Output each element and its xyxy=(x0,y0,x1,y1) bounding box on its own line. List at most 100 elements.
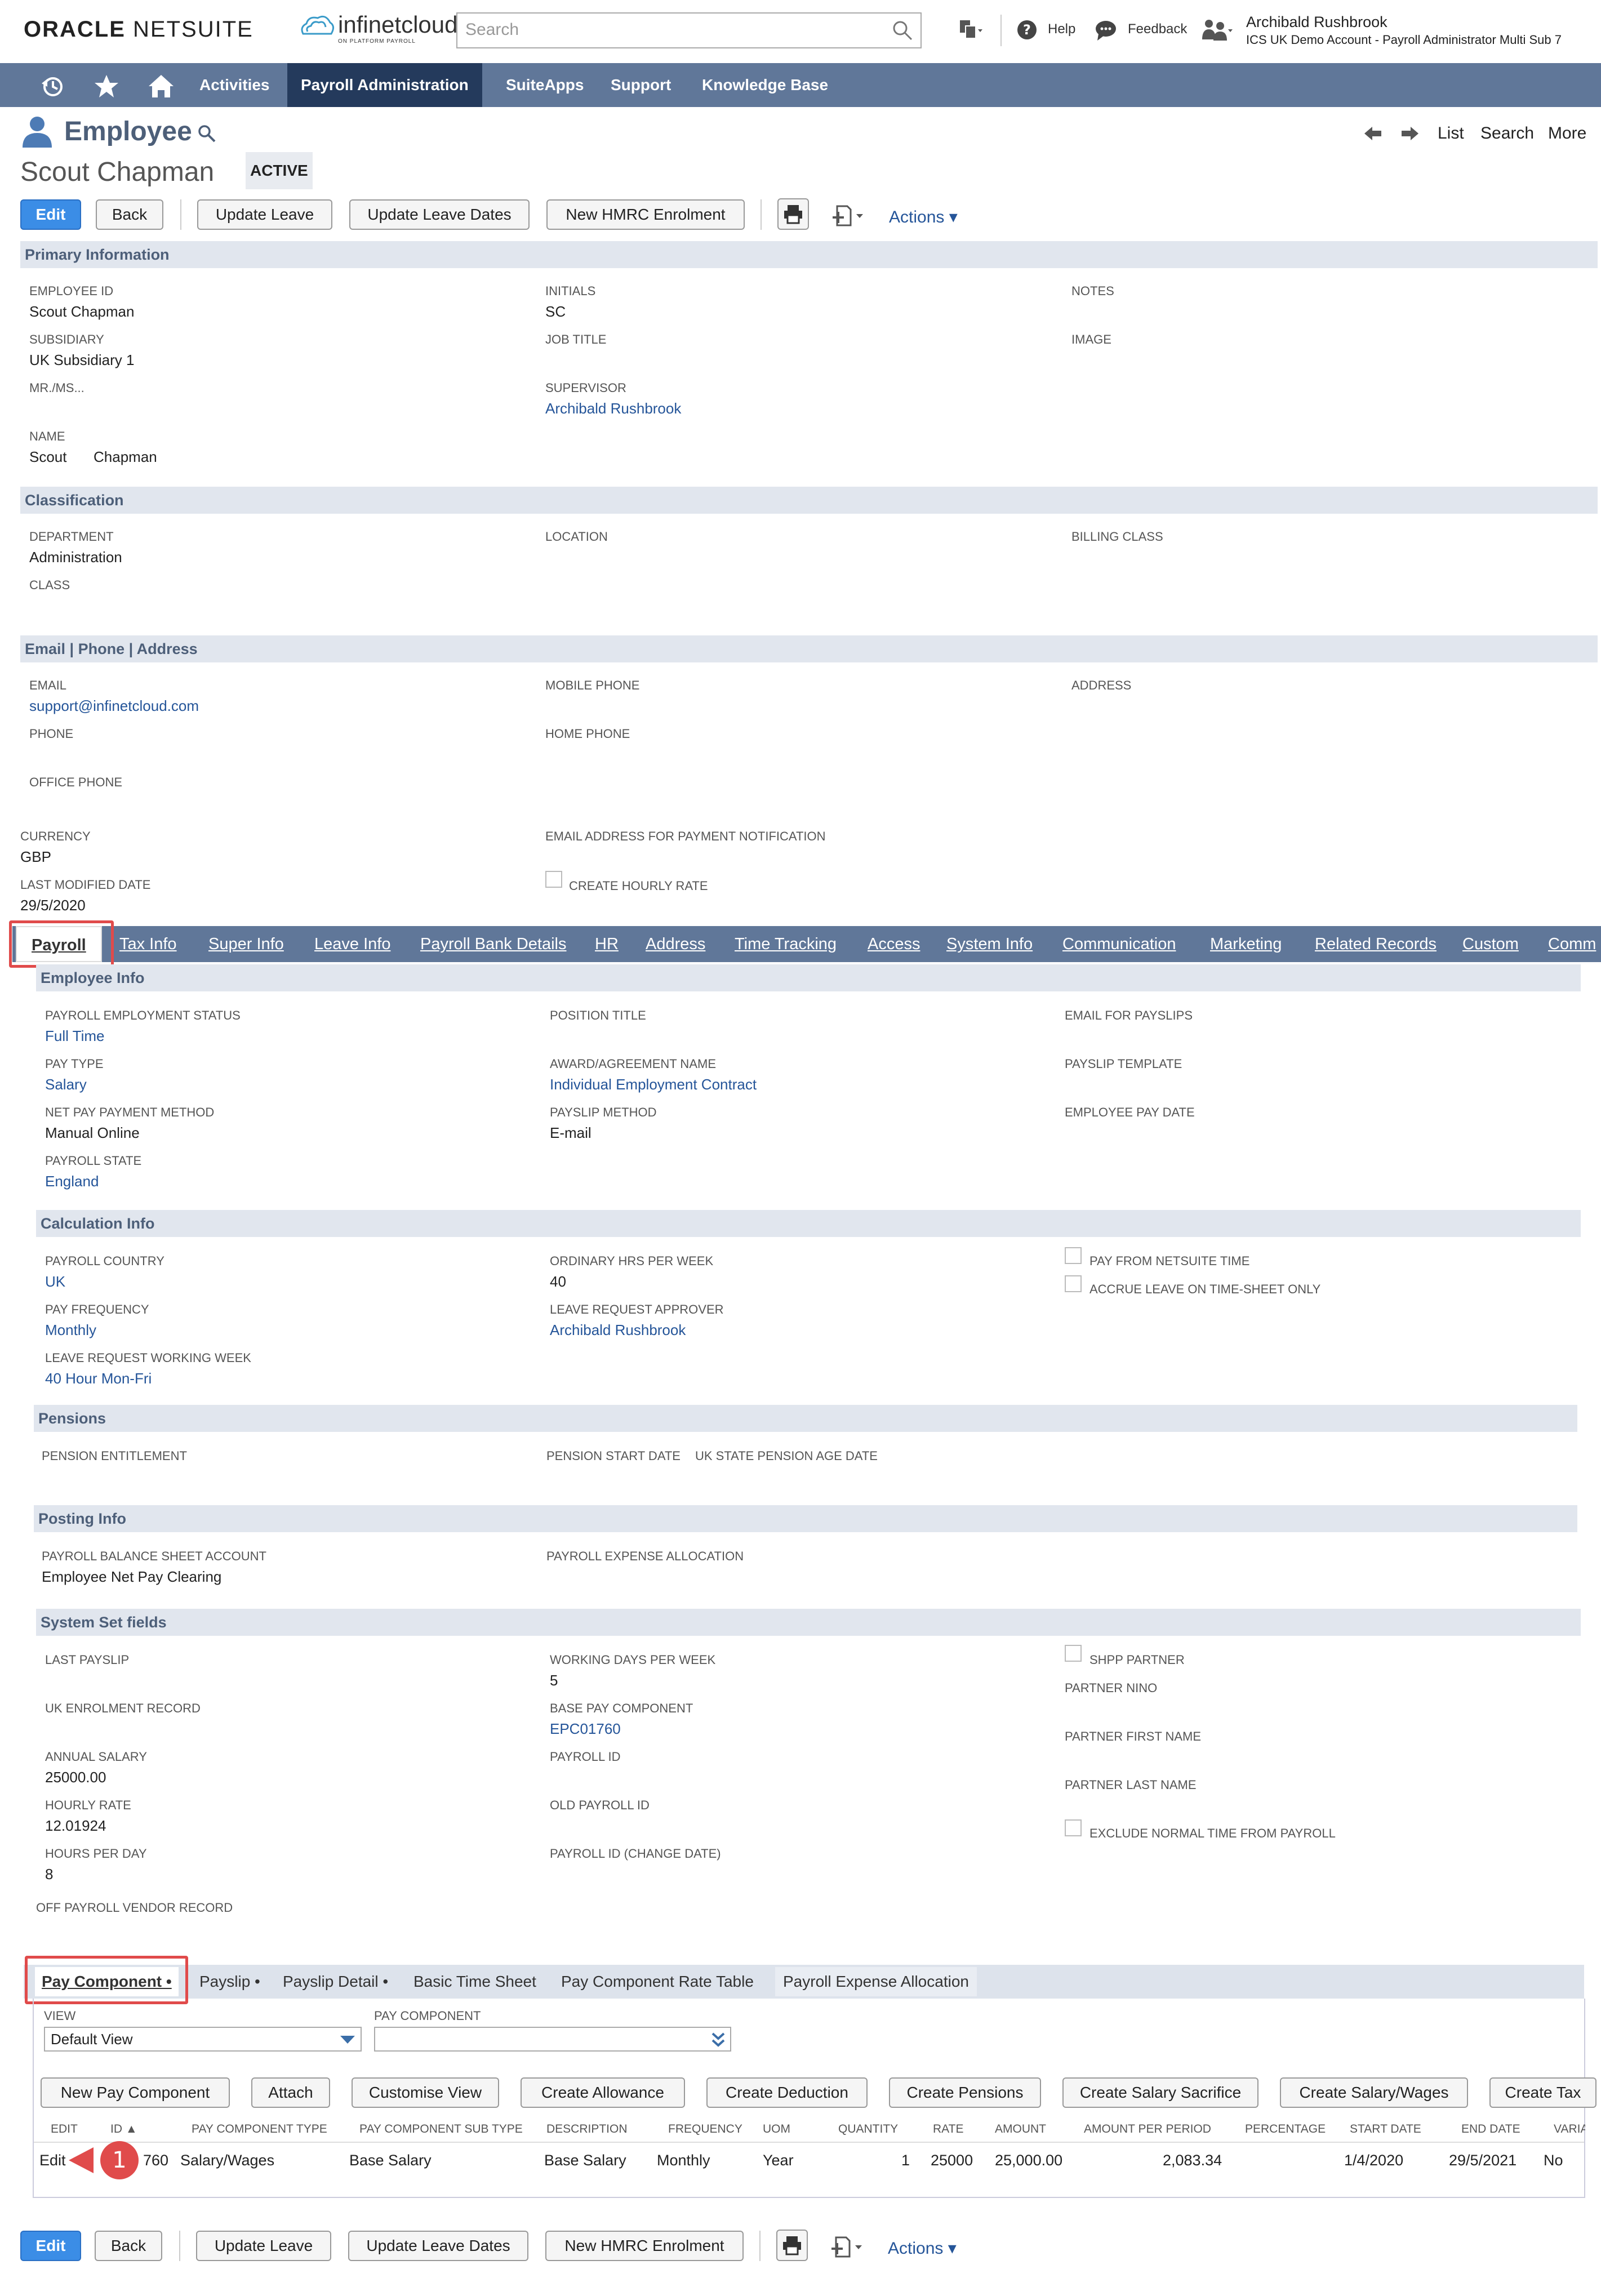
nav-activities[interactable]: Activities xyxy=(186,63,283,107)
subtab-payslip-detail[interactable]: Payslip Detail • xyxy=(283,1967,388,1996)
create-allowance-button[interactable]: Create Allowance xyxy=(521,2077,685,2108)
shpp-partner-checkbox[interactable] xyxy=(1065,1645,1082,1662)
global-search-input[interactable]: Search xyxy=(456,12,922,48)
row-id-link[interactable]: 760 xyxy=(143,2152,168,2169)
tab-access[interactable]: Access xyxy=(868,926,920,962)
column-header-id[interactable]: ID ▲ xyxy=(110,2123,137,2136)
user-role[interactable]: ICS UK Demo Account - Payroll Administra… xyxy=(1246,33,1562,47)
edit-button[interactable]: Edit xyxy=(20,199,81,230)
print-button[interactable] xyxy=(777,198,809,230)
employment-status-value[interactable]: Full Time xyxy=(45,1027,104,1045)
tab-related-records[interactable]: Related Records xyxy=(1315,926,1437,962)
tab-communication-overflow[interactable]: Comm xyxy=(1548,926,1601,962)
update-leave-dates-button[interactable]: Update Leave Dates xyxy=(349,199,530,230)
section-system-set-fields[interactable]: System Set fields xyxy=(36,1609,1581,1636)
column-header-uom[interactable]: UOM xyxy=(763,2123,790,2136)
base-pay-component-value[interactable]: EPC01760 xyxy=(550,1720,621,1738)
tab-payroll-bank-details[interactable]: Payroll Bank Details xyxy=(420,926,567,962)
print-button-bottom[interactable] xyxy=(776,2230,808,2261)
subtab-pay-component-rate-table[interactable]: Pay Component Rate Table xyxy=(561,1967,754,1996)
previous-record-icon[interactable] xyxy=(1363,125,1382,142)
back-button[interactable]: Back xyxy=(96,199,163,230)
search-icon[interactable] xyxy=(891,19,914,42)
tab-leave-info[interactable]: Leave Info xyxy=(314,926,390,962)
column-header-start-date[interactable]: START DATE xyxy=(1350,2123,1421,2136)
column-header-pay-component-type[interactable]: PAY COMPONENT TYPE xyxy=(192,2123,327,2136)
pay-frequency-value[interactable]: Monthly xyxy=(45,1321,96,1339)
attach-button[interactable]: Attach xyxy=(251,2077,330,2108)
row-edit-link[interactable]: Edit xyxy=(39,2152,66,2169)
leave-approver-value[interactable]: Archibald Rushbrook xyxy=(550,1321,686,1339)
edit-button-bottom[interactable]: Edit xyxy=(20,2231,81,2261)
subtab-payroll-expense-allocation[interactable]: Payroll Expense Allocation xyxy=(775,1967,977,1996)
section-posting-info[interactable]: Posting Info xyxy=(34,1505,1577,1532)
column-header-amount[interactable]: AMOUNT xyxy=(995,2123,1046,2136)
section-email-phone-address[interactable]: Email | Phone | Address xyxy=(20,635,1598,662)
actions-menu[interactable]: Actions ▾ xyxy=(889,207,958,227)
oracle-netsuite-logo[interactable]: ORACLE NETSUITE xyxy=(24,17,254,42)
feedback-link[interactable]: Feedback xyxy=(1128,21,1187,37)
section-employee-info[interactable]: Employee Info xyxy=(36,964,1581,991)
nav-payroll-administration[interactable]: Payroll Administration xyxy=(287,63,482,107)
column-header-amount-per-period[interactable]: AMOUNT PER PERIOD xyxy=(1084,2123,1211,2136)
award-agreement-value[interactable]: Individual Employment Contract xyxy=(550,1076,757,1093)
column-header-frequency[interactable]: FREQUENCY xyxy=(668,2123,742,2136)
section-primary-information[interactable]: Primary Information xyxy=(20,241,1598,268)
tab-super-info[interactable]: Super Info xyxy=(208,926,284,962)
create-tax-button[interactable]: Create Tax xyxy=(1489,2077,1596,2108)
section-calculation-info[interactable]: Calculation Info xyxy=(36,1210,1581,1237)
tab-system-info[interactable]: System Info xyxy=(946,926,1033,962)
payroll-country-value[interactable]: UK xyxy=(45,1273,65,1291)
nav-knowledge-base[interactable]: Knowledge Base xyxy=(688,63,842,107)
accrue-leave-checkbox[interactable] xyxy=(1065,1275,1082,1292)
create-deduction-button[interactable]: Create Deduction xyxy=(706,2077,868,2108)
search-link[interactable]: Search xyxy=(1480,124,1534,143)
nav-suiteapps[interactable]: SuiteApps xyxy=(492,63,597,107)
create-pensions-button[interactable]: Create Pensions xyxy=(889,2077,1041,2108)
update-leave-button[interactable]: Update Leave xyxy=(197,199,332,230)
tab-custom[interactable]: Custom xyxy=(1462,926,1519,962)
more-link[interactable]: More xyxy=(1548,124,1586,143)
column-header-rate[interactable]: RATE xyxy=(933,2123,963,2136)
create-new-icon[interactable] xyxy=(958,17,984,43)
column-header-sub-type[interactable]: PAY COMPONENT SUB TYPE xyxy=(359,2123,523,2136)
create-document-icon[interactable] xyxy=(831,203,868,229)
column-header-end-date[interactable]: END DATE xyxy=(1461,2123,1520,2136)
column-header-edit[interactable]: EDIT xyxy=(51,2123,78,2136)
user-roles-icon[interactable] xyxy=(1200,17,1234,43)
subtab-payslip[interactable]: Payslip • xyxy=(199,1967,260,1996)
column-header-quantity[interactable]: QUANTITY xyxy=(838,2123,898,2136)
new-hmrc-enrolment-button-bottom[interactable]: New HMRC Enrolment xyxy=(545,2231,744,2261)
exclude-normal-time-checkbox[interactable] xyxy=(1065,1819,1082,1836)
supervisor-link[interactable]: Archibald Rushbrook xyxy=(545,400,681,417)
working-week-value[interactable]: 40 Hour Mon-Fri xyxy=(45,1370,152,1387)
record-search-icon[interactable] xyxy=(197,124,216,143)
recent-records-icon[interactable] xyxy=(39,73,65,99)
tab-hr[interactable]: HR xyxy=(595,926,619,962)
section-classification[interactable]: Classification xyxy=(20,487,1598,514)
home-icon[interactable] xyxy=(148,73,175,99)
column-header-variable[interactable]: VARIA xyxy=(1554,2123,1585,2136)
pay-from-netsuite-time-checkbox[interactable] xyxy=(1065,1247,1082,1264)
tab-time-tracking[interactable]: Time Tracking xyxy=(735,926,837,962)
next-record-icon[interactable] xyxy=(1400,125,1420,142)
tab-address[interactable]: Address xyxy=(646,926,705,962)
column-header-percentage[interactable]: PERCENTAGE xyxy=(1245,2123,1326,2136)
view-select[interactable]: Default View xyxy=(44,2027,362,2052)
create-document-icon[interactable] xyxy=(830,2234,866,2260)
tab-marketing[interactable]: Marketing xyxy=(1210,926,1282,962)
list-link[interactable]: List xyxy=(1438,124,1464,143)
nav-support[interactable]: Support xyxy=(597,63,684,107)
tab-tax-info[interactable]: Tax Info xyxy=(119,926,177,962)
tab-communication[interactable]: Communication xyxy=(1062,926,1176,962)
pay-type-value[interactable]: Salary xyxy=(45,1076,87,1093)
new-hmrc-enrolment-button[interactable]: New HMRC Enrolment xyxy=(546,199,745,230)
create-hourly-rate-checkbox[interactable] xyxy=(545,871,562,888)
update-leave-button-bottom[interactable]: Update Leave xyxy=(196,2231,331,2261)
feedback-icon[interactable] xyxy=(1093,17,1119,43)
subtab-basic-time-sheet[interactable]: Basic Time Sheet xyxy=(413,1967,536,1996)
section-pensions[interactable]: Pensions xyxy=(34,1405,1577,1432)
email-link[interactable]: support@infinetcloud.com xyxy=(29,697,199,715)
new-pay-component-button[interactable]: New Pay Component xyxy=(41,2077,230,2108)
create-salary-wages-button[interactable]: Create Salary/Wages xyxy=(1280,2077,1468,2108)
